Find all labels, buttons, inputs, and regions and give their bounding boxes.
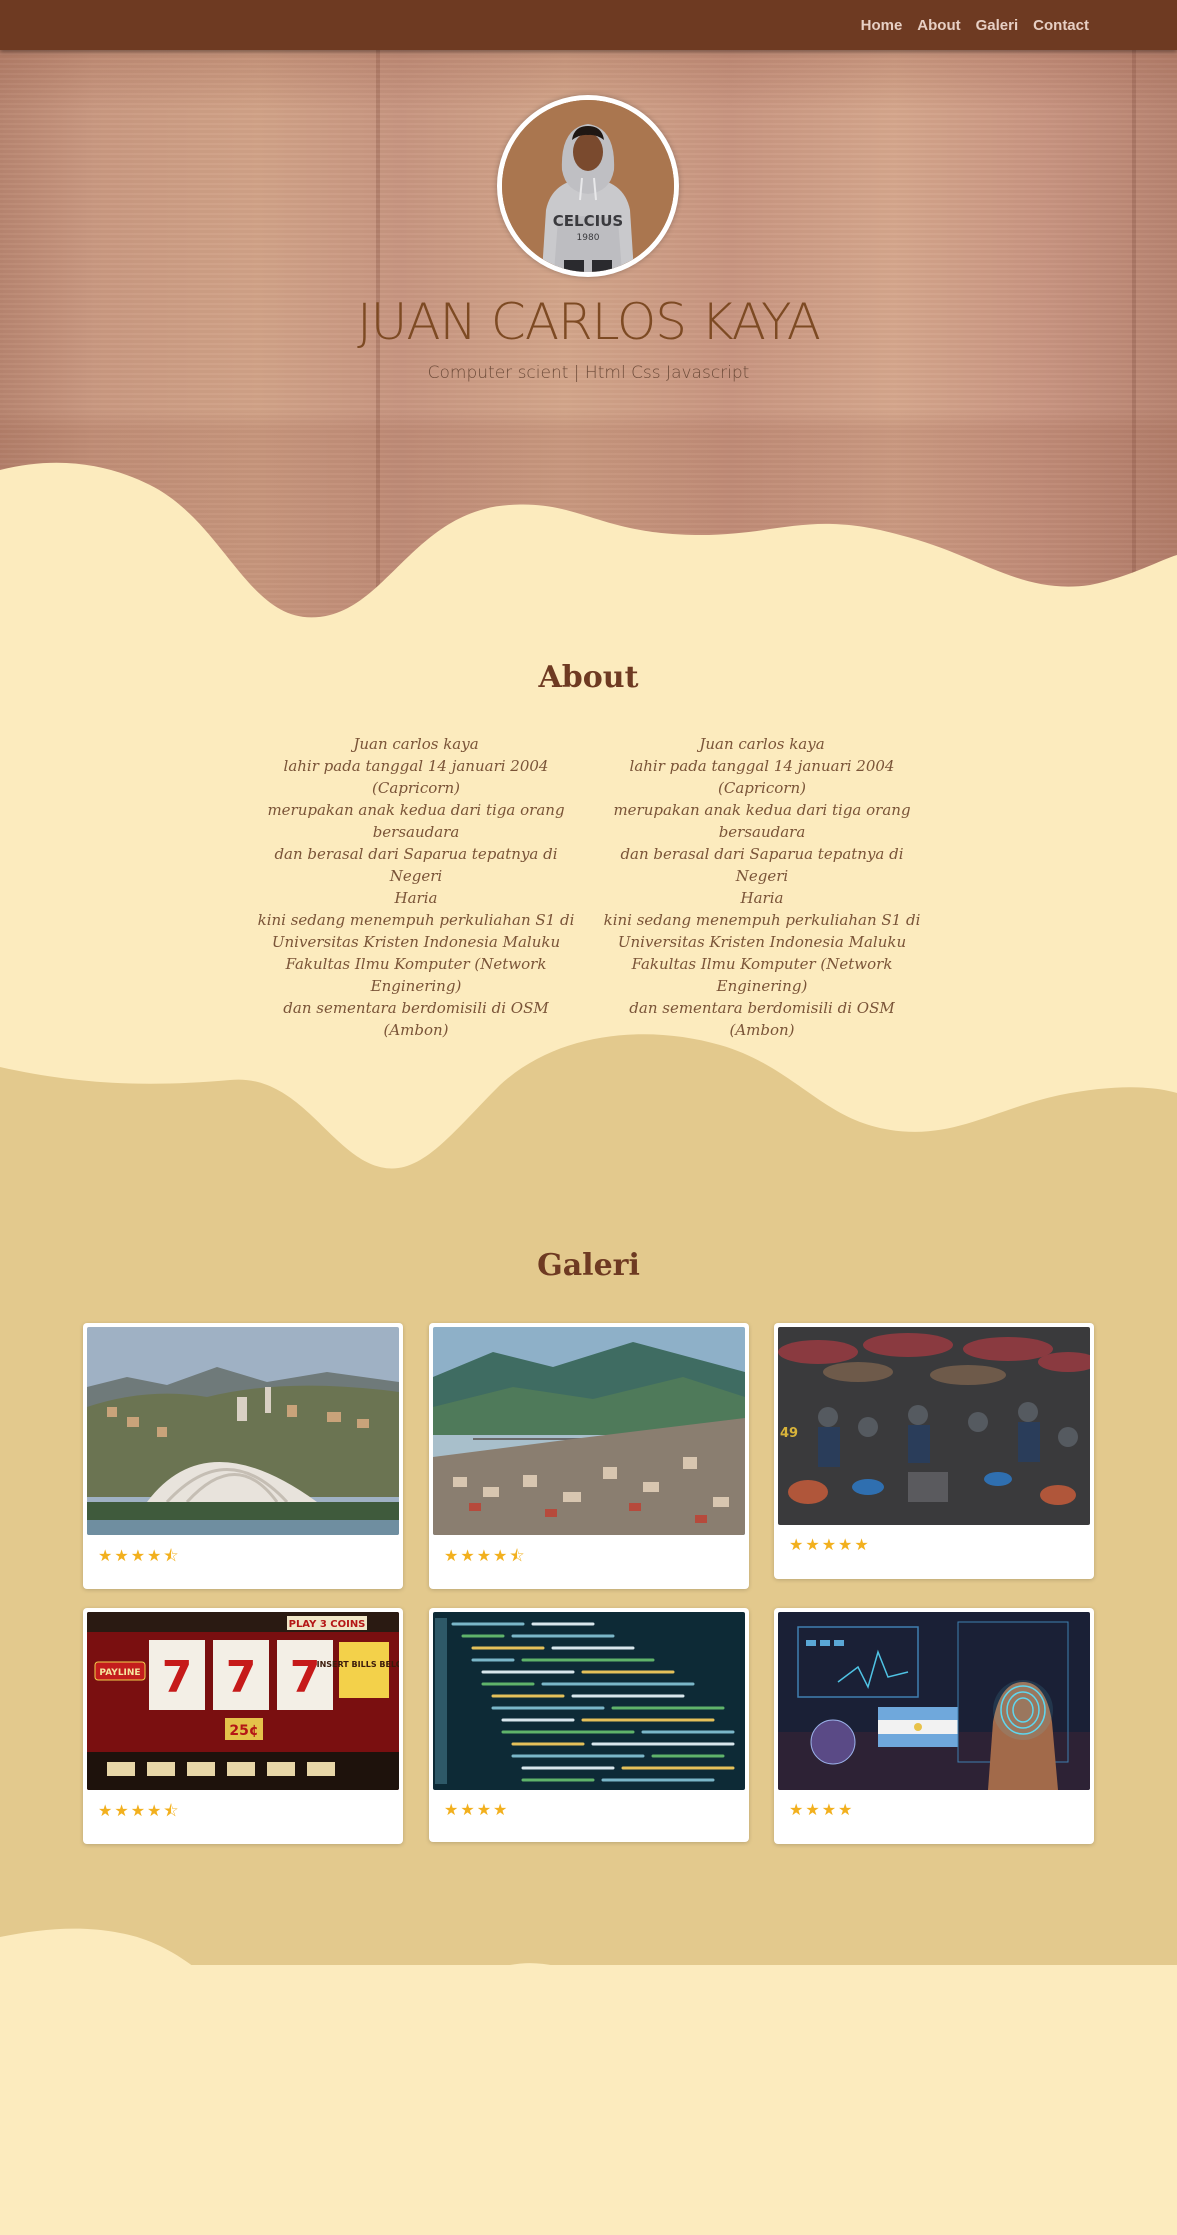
about-column-right: Juan carlos kaya lahir pada tanggal 14 j…: [597, 733, 927, 1041]
hero-subtitle: Computer scient | Html Css Javascript: [427, 363, 750, 383]
code-screen-image: [433, 1612, 745, 1790]
about-line: lahir pada tanggal 14 januari 2004: [629, 757, 895, 775]
gallery-title: Galeri: [537, 1248, 640, 1283]
rating-stars: ★★★★★: [789, 1535, 871, 1554]
about-line: Haria: [394, 889, 438, 907]
avatar: CELCIUS 1980: [497, 95, 679, 277]
slot-reel-1: 7: [162, 1652, 193, 1703]
about-line: merupakan anak kedua dari tiga orang: [613, 801, 911, 819]
bay-city-mountains-image: [433, 1327, 745, 1535]
slot-payline: PAYLINE: [99, 1668, 140, 1678]
about-line: dan berasal dari Saparua tepatnya di Neg…: [274, 845, 558, 885]
nav-link-home[interactable]: Home: [861, 17, 903, 34]
rating-stars: ★★★★⯪: [98, 1801, 181, 1820]
about-line: Universitas Kristen Indonesia Maluku: [617, 933, 907, 951]
market-umbrellas-image: 49: [778, 1327, 1090, 1525]
about-line: Fakultas Ilmu Komputer (Network Engineri…: [631, 955, 893, 995]
about-line: Haria: [740, 889, 784, 907]
about-line: bersaudara: [718, 823, 806, 841]
about-title: About: [538, 660, 639, 695]
about-line: dan berasal dari Saparua tepatnya di Neg…: [620, 845, 904, 885]
about-line: (Capricorn): [372, 779, 460, 797]
nav-link-about[interactable]: About: [917, 17, 960, 34]
navbar: Home About Galeri Contact: [0, 0, 1177, 50]
nav-link-contact[interactable]: Contact: [1033, 17, 1089, 34]
about-column-left: Juan carlos kaya lahir pada tanggal 14 j…: [251, 733, 581, 1041]
svg-text:49: 49: [780, 1426, 798, 1441]
fingerprint-tech-image: [778, 1612, 1090, 1790]
rating-stars: ★★★★: [444, 1800, 510, 1819]
about-line: Juan carlos kaya: [699, 735, 825, 753]
about-line: Universitas Kristen Indonesia Maluku: [271, 933, 561, 951]
about-line: merupakan anak kedua dari tiga orang: [267, 801, 565, 819]
hero-name: JUAN CARLOS KAYA: [357, 293, 821, 351]
slot-insert-label: INSERT BILLS BELOW: [317, 1660, 399, 1669]
about-line: Juan carlos kaya: [353, 735, 479, 753]
about-line: Fakultas Ilmu Komputer (Network Engineri…: [285, 955, 547, 995]
about-line: (Capricorn): [718, 779, 806, 797]
rating-stars: ★★★★⯪: [444, 1546, 527, 1565]
slot-machine-image: PLAY 3 COINS PAYLINE 7 7 7 INSERT BILLS …: [87, 1612, 399, 1790]
person-in-hoodie-icon: CELCIUS 1980: [502, 100, 674, 272]
nav-links: Home About Galeri Contact: [861, 0, 1089, 50]
gallery-card-2[interactable]: ★★★★⯪: [429, 1323, 749, 1589]
hoodie-year: 1980: [577, 233, 600, 243]
rating-stars: ★★★★⯪: [98, 1546, 181, 1565]
slot-play-label: PLAY 3 COINS: [289, 1619, 366, 1630]
about-line: kini sedang menempuh perkuliahan S1 di: [603, 911, 921, 929]
gallery-card-1[interactable]: ★★★★⯪: [83, 1323, 403, 1589]
hero-wave-divider: [0, 462, 1177, 635]
gallery-card-3[interactable]: 49 ★★★★★: [774, 1323, 1094, 1579]
hoodie-print: CELCIUS: [553, 212, 623, 230]
about-line: lahir pada tanggal 14 januari 2004: [283, 757, 549, 775]
city-harbor-dome-image: [87, 1327, 399, 1535]
footer-wave-divider: [0, 1928, 1177, 2235]
gallery-card-6[interactable]: ★★★★: [774, 1608, 1094, 1844]
about-line: kini sedang menempuh perkuliahan S1 di: [257, 911, 575, 929]
about-line: bersaudara: [372, 823, 460, 841]
gallery-card-4[interactable]: PLAY 3 COINS PAYLINE 7 7 7 INSERT BILLS …: [83, 1608, 403, 1844]
gallery-card-5[interactable]: ★★★★: [429, 1608, 749, 1842]
rating-stars: ★★★★: [789, 1800, 855, 1819]
slot-bet: 25¢: [229, 1723, 258, 1739]
slot-reel-2: 7: [226, 1652, 257, 1703]
nav-link-galeri[interactable]: Galeri: [976, 17, 1019, 34]
